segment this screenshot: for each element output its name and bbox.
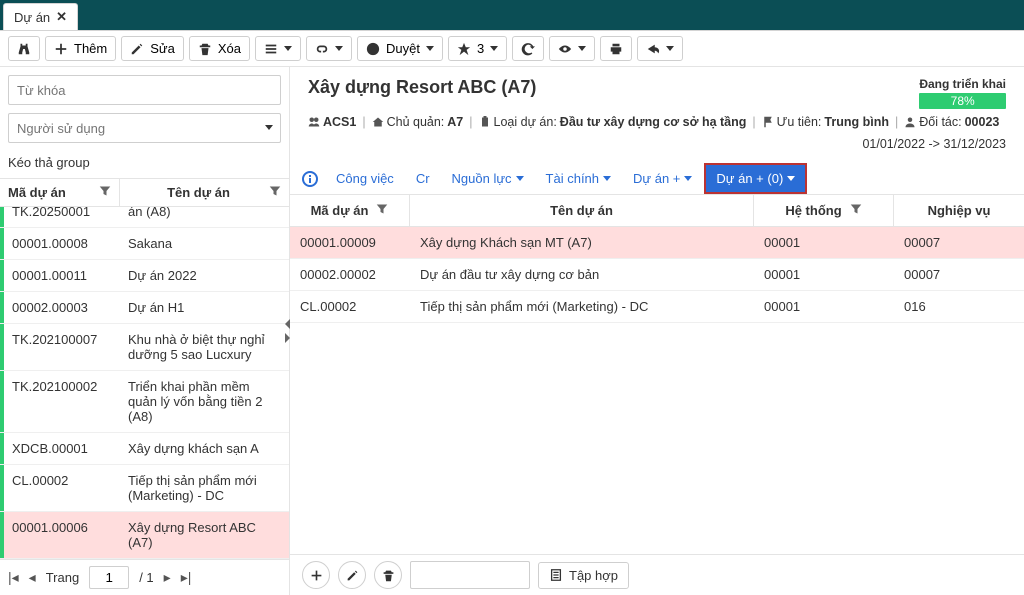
filter-icon[interactable] (269, 185, 281, 200)
detail-grid: 00001.00009 Xây dựng Khách sạn MT (A7) 0… (290, 227, 1024, 554)
meta-row: ACS1| Chủ quản: A7| Loại dự án: Đầu tư x… (308, 115, 1006, 129)
app-tab[interactable]: Dự án ✕ (3, 3, 78, 30)
tab-duan-plus[interactable]: Dự án + (623, 163, 702, 194)
binoculars-button[interactable] (8, 36, 40, 61)
list-item[interactable]: TK.202100002 Triển khai phần mềm quản lý… (0, 371, 289, 433)
row-code: CL.00002 (4, 465, 120, 511)
company-icon (308, 116, 320, 128)
view-button[interactable] (549, 36, 595, 61)
detail-panel: Xây dựng Resort ABC (A7) Đang triển khai… (290, 67, 1024, 595)
first-page[interactable]: |◂ (8, 569, 19, 586)
row-code: TK.202100002 (4, 371, 120, 432)
list-item[interactable]: TK.202100007 Khu nhà ở biệt thự nghỉ dưỡ… (0, 324, 289, 371)
detail-footer: Tập hợp (290, 554, 1024, 595)
flag-icon (762, 116, 774, 128)
tab-cr[interactable]: Cr (406, 163, 440, 194)
list-item[interactable]: 00002.00003 Dự án H1 (0, 292, 289, 324)
row-code: 00001.00006 (4, 512, 120, 558)
edit-row-button[interactable] (338, 561, 366, 589)
footer-input[interactable] (410, 561, 530, 589)
dcol-code[interactable]: Mã dự án (290, 195, 410, 226)
detail-title: Xây dựng Resort ABC (A7) (308, 77, 536, 98)
row-code: 00001.00008 (4, 228, 120, 259)
user-select[interactable] (8, 113, 281, 143)
add-row-button[interactable] (302, 561, 330, 589)
tab-nguonluc[interactable]: Nguồn lực (442, 163, 534, 194)
row-name: Xây dựng Resort ABC (A7) (120, 512, 289, 558)
toolbar: Thêm Sửa Xóa Duyệt 3 (0, 30, 1024, 67)
date-range: 01/01/2022 -> 31/12/2023 (308, 137, 1006, 151)
row-name: Dự án H1 (120, 292, 289, 323)
prev-page[interactable]: ◂ (29, 569, 36, 586)
list-item[interactable]: TK.20250001 án (A8) (0, 207, 289, 228)
row-name: Triển khai phần mềm quản lý vốn bằng tiề… (120, 371, 289, 432)
row-code: 00001.00011 (4, 260, 120, 291)
last-page[interactable]: ▸| (181, 569, 192, 586)
app-tab-label: Dự án (14, 10, 50, 25)
tab-congviec[interactable]: Công việc (326, 163, 404, 194)
row-name: Tiếp thị sản phẩm mới (Marketing) - DC (120, 465, 289, 511)
group-drop-hint: Kéo thả group (0, 151, 289, 179)
list-item[interactable]: 00001.00006 Xây dựng Resort ABC (A7) (0, 512, 289, 559)
tab-taichinh[interactable]: Tài chính (536, 163, 621, 194)
row-code: TK.202100007 (4, 324, 120, 370)
row-code: XDCB.00001 (4, 433, 120, 464)
col-header-name[interactable]: Tên dự án (120, 179, 289, 206)
row-name: Dự án 2022 (120, 260, 289, 291)
table-row[interactable]: 00001.00009 Xây dựng Khách sạn MT (A7) 0… (290, 227, 1024, 259)
close-tab-icon[interactable]: ✕ (56, 9, 67, 25)
dcol-system[interactable]: Hệ thống (754, 195, 894, 226)
menu-button[interactable] (255, 36, 301, 61)
status-label: Đang triển khai (919, 77, 1006, 91)
list-item[interactable]: CL.00002 Tiếp thị sản phẩm mới (Marketin… (0, 465, 289, 512)
splitter-handle[interactable] (284, 301, 290, 361)
print-button[interactable] (600, 36, 632, 61)
project-list: TK.20250001 án (A8) 00001.00008 Sakana 0… (0, 207, 289, 559)
row-name: Khu nhà ở biệt thự nghỉ dưỡng 5 sao Lucx… (120, 324, 289, 370)
chevron-down-icon (265, 125, 273, 130)
list-item[interactable]: 00001.00011 Dự án 2022 (0, 260, 289, 292)
dcol-biz[interactable]: Nghiệp vụ (894, 195, 1024, 226)
clipboard-icon (479, 116, 491, 128)
star-button[interactable]: 3 (448, 36, 507, 61)
search-input[interactable] (8, 75, 281, 105)
dcol-name[interactable]: Tên dự án (410, 195, 754, 226)
left-panel: Kéo thả group Mã dự án Tên dự án TK.2025… (0, 67, 290, 595)
row-name: án (A8) (120, 207, 289, 227)
link-button[interactable] (306, 36, 352, 61)
row-code: 00002.00003 (4, 292, 120, 323)
home-icon (372, 116, 384, 128)
tab-duan-count[interactable]: Dự án + (0) (704, 163, 807, 194)
page-input[interactable] (89, 566, 129, 589)
list-item[interactable]: XDCB.00001 Xây dựng khách sạn A (0, 433, 289, 465)
delete-row-button[interactable] (374, 561, 402, 589)
taphop-button[interactable]: Tập hợp (538, 562, 629, 589)
browse-button[interactable]: Duyệt (357, 36, 443, 61)
detail-tabs: Công việc Cr Nguồn lực Tài chính Dự án +… (290, 159, 1024, 195)
delete-button[interactable]: Xóa (189, 36, 250, 61)
table-row[interactable]: 00002.00002 Dự án đầu tư xây dựng cơ bản… (290, 259, 1024, 291)
refresh-button[interactable] (512, 36, 544, 61)
row-code: TK.20250001 (4, 207, 120, 227)
col-header-code[interactable]: Mã dự án (0, 179, 120, 206)
row-name: Xây dựng khách sạn A (120, 433, 289, 464)
row-name: Sakana (120, 228, 289, 259)
info-icon[interactable] (302, 171, 318, 187)
pager: |◂ ◂ Trang / 1 ▸ ▸| (0, 559, 289, 595)
table-row[interactable]: CL.00002 Tiếp thị sản phẩm mới (Marketin… (290, 291, 1024, 323)
user-icon (904, 116, 916, 128)
list-item[interactable]: 00001.00008 Sakana (0, 228, 289, 260)
share-button[interactable] (637, 36, 683, 61)
add-button[interactable]: Thêm (45, 36, 116, 61)
progress-badge: 78% (919, 93, 1006, 109)
next-page[interactable]: ▸ (164, 569, 171, 586)
filter-icon[interactable] (99, 185, 111, 200)
edit-button[interactable]: Sửa (121, 36, 184, 61)
